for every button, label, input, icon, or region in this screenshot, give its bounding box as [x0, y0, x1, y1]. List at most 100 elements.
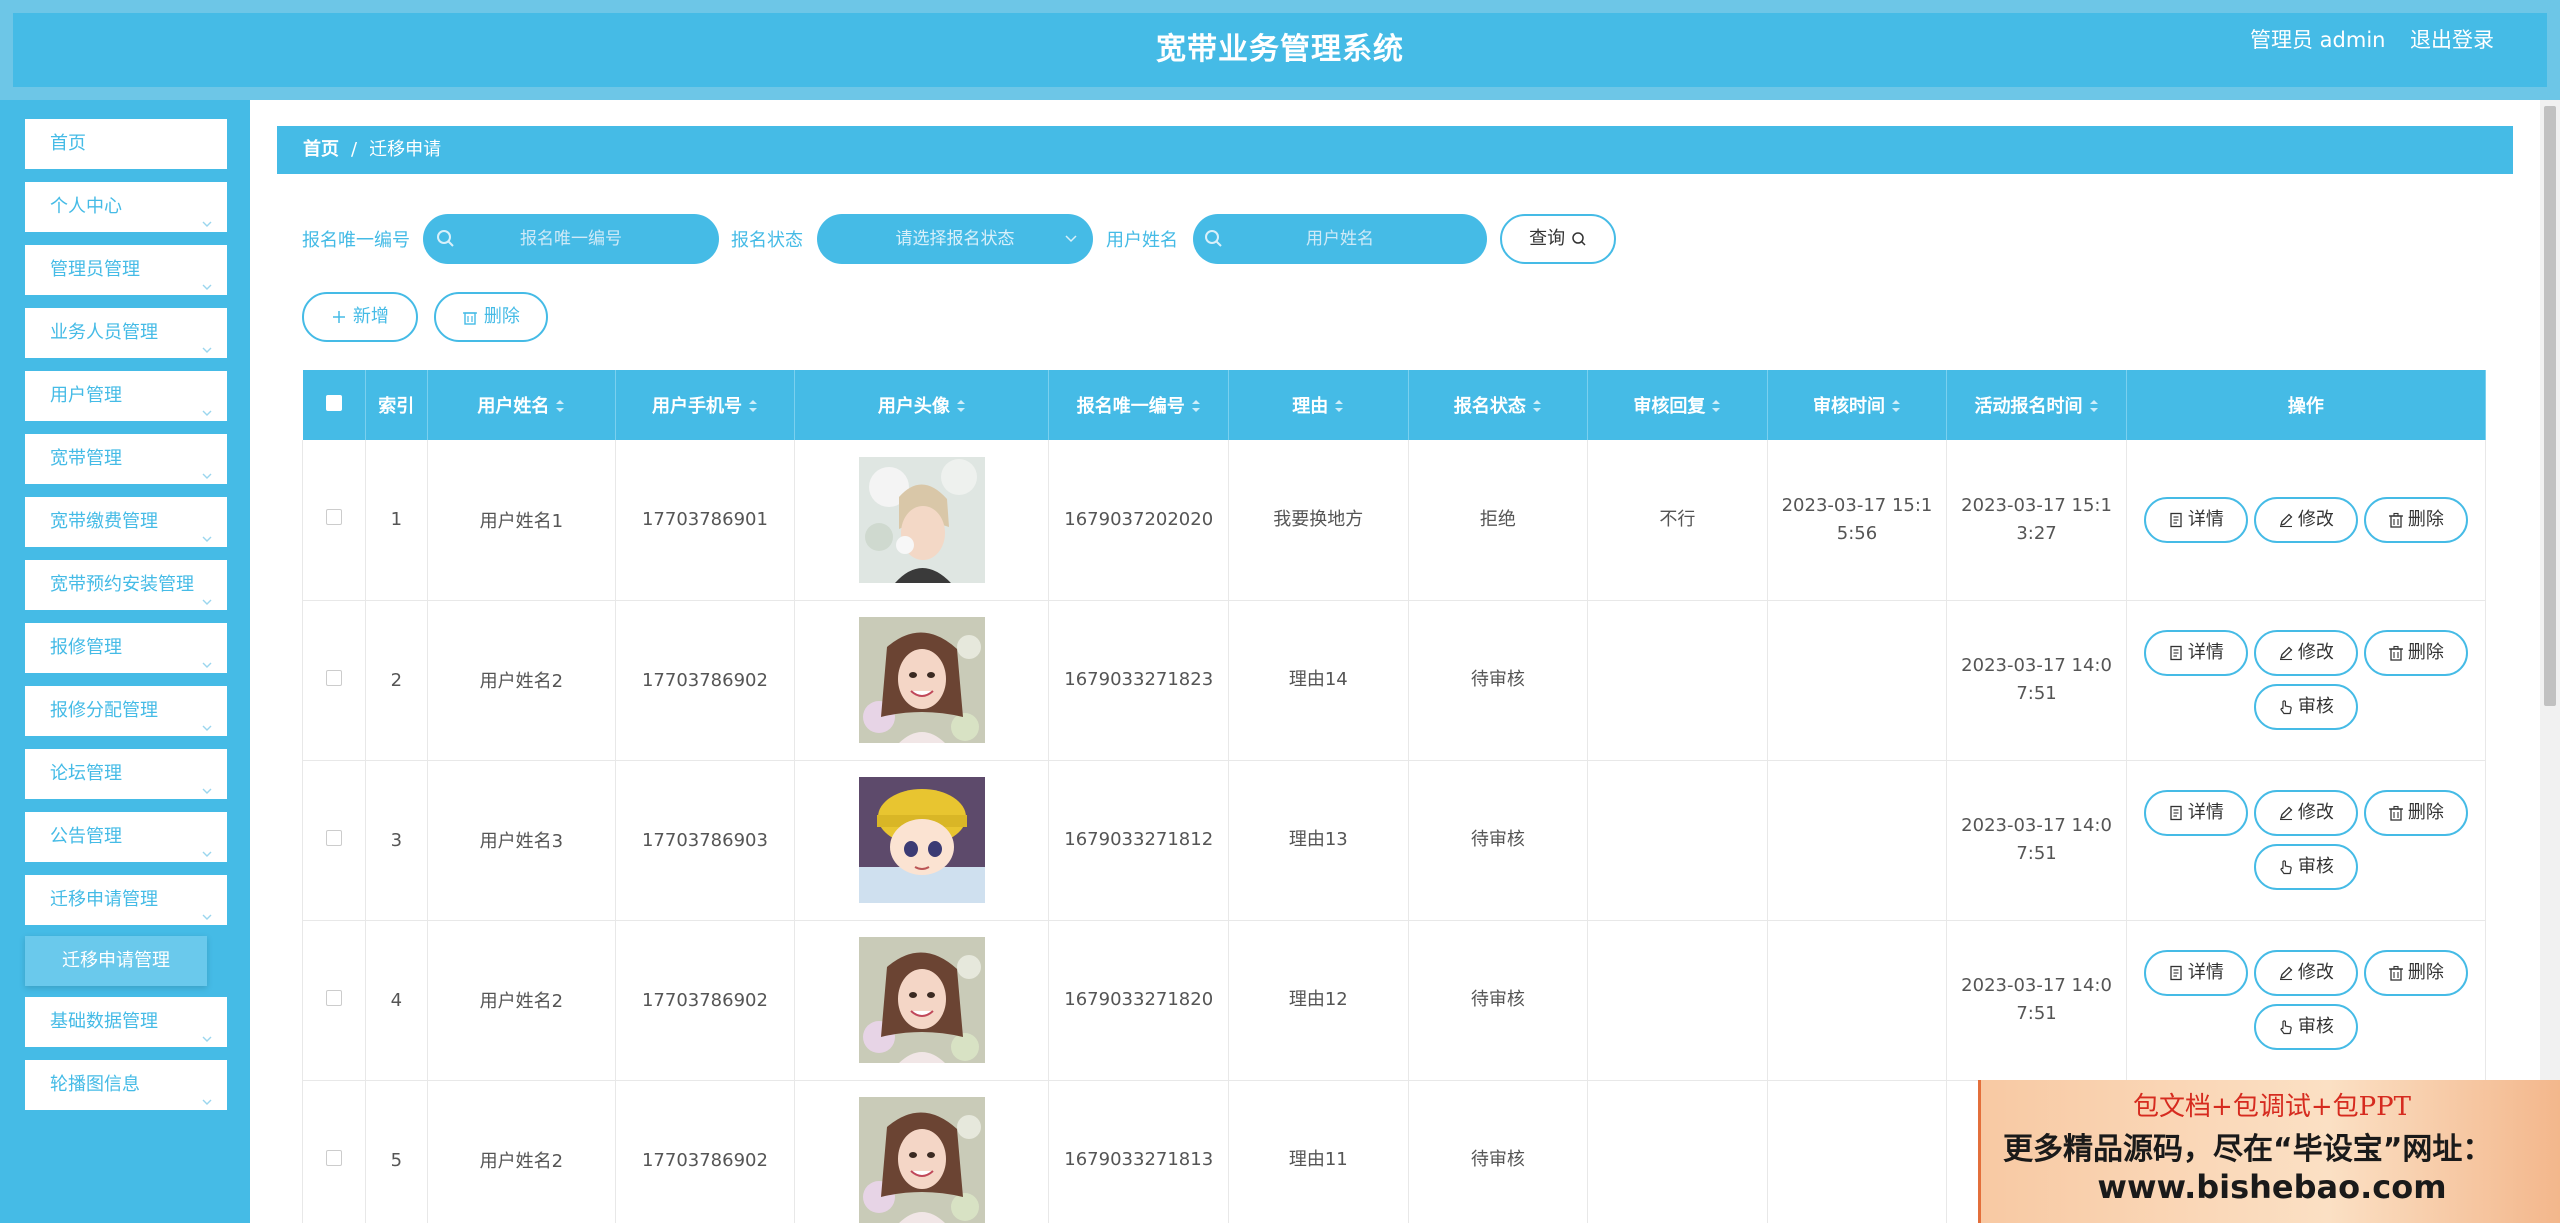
sidebar-item[interactable]: 宽带管理 [25, 434, 227, 484]
top-bar: 宽带业务管理系统 管理员 admin 退出登录 [0, 0, 2560, 100]
sidebar-item-label: 宽带管理 [50, 448, 122, 469]
edit-button[interactable]: 修改 [2253, 790, 2358, 836]
edit-button[interactable]: 修改 [2253, 496, 2358, 543]
cell-audit-time [1767, 920, 1948, 1081]
cell-status: 待审核 [1408, 600, 1589, 761]
detail-button[interactable]: 详情 [2143, 790, 2248, 836]
hand-pointer-icon [2280, 860, 2292, 875]
sidebar-item[interactable]: 宽带预约安装管理 [25, 560, 227, 610]
sidebar-item[interactable]: 首页 [25, 119, 227, 169]
table-row[interactable]: 1 用户姓名1 17703786901 1679037202020 我要换地方 拒绝 不行 2… [302, 440, 2486, 601]
chevron-down-icon [1065, 235, 1077, 243]
audit-button[interactable]: 审核 [2253, 1004, 2358, 1050]
delete-button[interactable]: 删除 [2363, 496, 2468, 543]
row-checkbox[interactable] [325, 509, 342, 526]
sort-icon[interactable] [1532, 397, 1542, 418]
sidebar-item[interactable]: 管理员管理 [25, 245, 227, 295]
sort-icon[interactable] [555, 397, 565, 418]
sidebar-item[interactable]: 基础数据管理 [25, 997, 227, 1047]
sidebar-item[interactable]: 论坛管理 [25, 749, 227, 799]
sidebar-item[interactable]: 业务人员管理 [25, 308, 227, 358]
header-select-all[interactable] [302, 370, 366, 440]
avatar-woman [795, 617, 1048, 743]
detail-button[interactable]: 详情 [2143, 496, 2248, 543]
row-select-cell[interactable] [302, 440, 366, 601]
row-checkbox[interactable] [325, 669, 342, 686]
search-label-name: 用户姓名 [1106, 230, 1178, 251]
sort-icon[interactable] [1334, 397, 1344, 418]
breadcrumb: 首页 / 迁移申请 [277, 126, 2513, 174]
row-checkbox[interactable] [325, 989, 342, 1006]
cell-index: 1 [365, 440, 429, 601]
row-checkbox[interactable] [325, 1149, 342, 1166]
header-avatar[interactable]: 用户头像 [794, 370, 1050, 440]
table-row[interactable]: 2 用户姓名2 17703786902 1679033271823 理由14 待审核 202… [302, 600, 2486, 761]
header-index: 索引 [365, 370, 429, 440]
audit-button[interactable]: 审核 [2253, 844, 2358, 890]
table-row[interactable]: 3 用户姓名3 17703786903 1679033271812 理由13 待审核 202… [302, 760, 2486, 921]
status-select[interactable]: 请选择报名状态 [817, 214, 1093, 264]
sort-icon[interactable] [748, 397, 758, 418]
search-input-name[interactable] [1193, 214, 1487, 264]
table-row[interactable]: 4 用户姓名2 17703786902 1679033271820 理由12 待审核 202… [302, 920, 2486, 1081]
logout-link[interactable]: 退出登录 [2410, 24, 2494, 54]
sidebar-item[interactable]: 轮播图信息 [25, 1060, 227, 1110]
scrollbar-thumb[interactable] [2544, 106, 2556, 706]
select-all-checkbox[interactable] [325, 394, 342, 411]
header-reason[interactable]: 理由 [1228, 370, 1409, 440]
sidebar-item[interactable]: 个人中心 [25, 182, 227, 232]
app-title: 宽带业务管理系统 [1156, 32, 1404, 67]
sort-icon[interactable] [1711, 397, 1721, 418]
header-status[interactable]: 报名状态 [1408, 370, 1589, 440]
cell-reply [1587, 760, 1768, 921]
page-scrollbar[interactable] [2540, 100, 2560, 1223]
header-audit-time[interactable]: 审核时间 [1767, 370, 1948, 440]
breadcrumb-home[interactable]: 首页 [303, 139, 339, 160]
sidebar-subitem-active[interactable]: 迁移申请管理 [25, 936, 207, 986]
row-select-cell[interactable] [302, 1080, 366, 1223]
row-checkbox[interactable] [325, 829, 342, 846]
header-reply[interactable]: 审核回复 [1587, 370, 1768, 440]
sidebar-item[interactable]: 报修分配管理 [25, 686, 227, 736]
edit-button[interactable]: 修改 [2253, 950, 2358, 996]
cell-code: 1679033271813 [1048, 1080, 1230, 1223]
header-avatar-label: 用户头像 [877, 396, 950, 417]
sort-icon[interactable] [1891, 397, 1901, 418]
cell-reply [1587, 1080, 1768, 1223]
header-apply-time[interactable]: 活动报名时间 [1946, 370, 2127, 440]
sidebar-item[interactable]: 报修管理 [25, 623, 227, 673]
batch-delete-button[interactable]: 删除 [434, 292, 548, 342]
query-button[interactable]: 查询 [1500, 214, 1616, 264]
search-label-status: 报名状态 [731, 230, 803, 251]
cell-code: 1679033271820 [1048, 920, 1230, 1081]
header-phone[interactable]: 用户手机号 [615, 370, 796, 440]
delete-button[interactable]: 删除 [2363, 950, 2468, 996]
sidebar-item[interactable]: 宽带缴费管理 [25, 497, 227, 547]
status-select-placeholder: 请选择报名状态 [895, 229, 1015, 249]
document-icon [2170, 805, 2182, 821]
header-code[interactable]: 报名唯一编号 [1048, 370, 1230, 440]
row-select-cell[interactable] [302, 920, 366, 1081]
document-icon [2170, 965, 2182, 981]
sort-icon[interactable] [2089, 397, 2099, 418]
delete-button[interactable]: 删除 [2363, 790, 2468, 836]
search-input-code[interactable] [423, 214, 719, 264]
chevron-down-icon [201, 704, 213, 731]
sort-icon[interactable] [1191, 397, 1201, 418]
edit-button-label: 修改 [2297, 962, 2334, 983]
audit-button[interactable]: 审核 [2253, 684, 2358, 730]
sidebar-item[interactable]: 用户管理 [25, 371, 227, 421]
edit-button[interactable]: 修改 [2253, 630, 2358, 676]
detail-button[interactable]: 详情 [2143, 950, 2248, 996]
header-name[interactable]: 用户姓名 [427, 370, 616, 440]
add-button[interactable]: 新增 [302, 292, 418, 342]
detail-button[interactable]: 详情 [2143, 630, 2248, 676]
delete-button[interactable]: 删除 [2363, 630, 2468, 676]
cell-index: 3 [365, 760, 429, 921]
sidebar-item[interactable]: 迁移申请管理 [25, 875, 227, 925]
sidebar-item[interactable]: 公告管理 [25, 812, 227, 862]
row-select-cell[interactable] [302, 760, 366, 921]
row-select-cell[interactable] [302, 600, 366, 761]
avatar-woman [795, 1097, 1048, 1223]
sort-icon[interactable] [956, 397, 966, 418]
